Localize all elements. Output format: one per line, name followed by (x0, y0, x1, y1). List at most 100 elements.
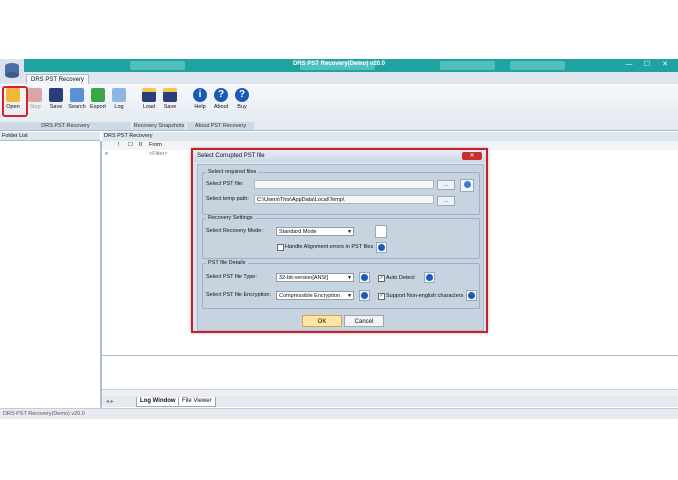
status-bar: DRS PST Recovery(Demo) v20.0 (0, 408, 678, 419)
chevron-down-icon: ▼ (347, 229, 352, 235)
ribbon: Open Stop Save Search Export Log Load Sa… (0, 84, 678, 131)
buy-button[interactable]: ? Buy (232, 88, 252, 110)
export-arrow-icon (91, 88, 105, 102)
filter-cell[interactable]: <Filter> (149, 150, 168, 159)
icon-column[interactable]: ☐ (128, 141, 133, 150)
stop-label: Stop (29, 104, 41, 110)
tab-log-window[interactable]: Log Window (136, 397, 180, 407)
ok-button[interactable]: OK (302, 315, 342, 327)
folder-list-header: Folder List (0, 132, 100, 141)
export-label: Export (90, 104, 106, 110)
tab-file-viewer[interactable]: File Viewer (178, 397, 216, 407)
browse-pst-button[interactable]: ... (437, 180, 455, 190)
browse-temp-button[interactable]: ... (437, 196, 455, 206)
log-icon (112, 88, 126, 102)
attachment-column[interactable]: 0 (139, 141, 142, 150)
group-label-recovery: DRS PST Recovery (0, 122, 131, 130)
non-english-info-icon[interactable] (466, 290, 477, 301)
temp-path-input[interactable]: C:\Users\This\AppData\Local\Temp\ (254, 195, 434, 204)
importance-column[interactable]: ! (118, 141, 120, 150)
log-window[interactable] (102, 357, 678, 389)
dialog-body: Select required files Select PST file: .… (197, 164, 484, 331)
help-button[interactable]: i Help (190, 88, 210, 110)
search-icon[interactable]: ⌕ (105, 150, 108, 159)
search-label: Search (68, 104, 86, 110)
title-bar: DRS PST Recovery(Demo) v20.0 — ☐ ✕ (0, 59, 678, 72)
save-button[interactable]: Save (46, 88, 66, 110)
stop-icon (28, 88, 42, 102)
recovery-mode-value: Standard Mode (279, 229, 317, 235)
log-button[interactable]: Log (109, 88, 129, 110)
load-snapshot-button[interactable]: Load (139, 88, 159, 110)
pst-type-info-icon[interactable] (359, 272, 370, 283)
question-icon: ? (214, 88, 228, 102)
open-label: Open (6, 104, 20, 110)
stop-button[interactable]: Stop (25, 88, 45, 110)
alignment-errors-label: Handle Alignment errors in PST files (285, 244, 374, 250)
log-label: Log (114, 104, 124, 110)
info-icon: i (193, 88, 207, 102)
cancel-button[interactable]: Cancel (344, 315, 384, 327)
alignment-errors-checkbox[interactable] (277, 244, 284, 251)
auto-detect-info-icon[interactable] (424, 272, 435, 283)
save-label: Save (49, 104, 63, 110)
select-pst-dialog: Select Corrupted PST file ✕ Select requi… (191, 148, 488, 333)
temp-path-label: Select temp path: (206, 196, 249, 202)
minimize-button[interactable]: — (622, 60, 636, 70)
dialog-close-button[interactable]: ✕ (462, 152, 482, 160)
question-icon: ? (235, 88, 249, 102)
load-icon (142, 88, 156, 102)
save-snapshot-button[interactable]: Save (160, 88, 180, 110)
open-button[interactable]: Open (3, 88, 23, 110)
recovery-settings-legend: Recovery Settings (208, 215, 253, 221)
from-column[interactable]: From (149, 141, 162, 150)
load-label: Load (142, 104, 156, 110)
recovery-settings-group: Recovery Settings (202, 215, 480, 259)
pst-type-value: 32-bit-version[ANSI] (279, 275, 329, 281)
maximize-button[interactable]: ☐ (640, 60, 654, 70)
database-icon (5, 63, 19, 78)
pst-details-group: PST file Details (202, 260, 480, 309)
alignment-info-icon[interactable] (376, 242, 387, 253)
close-window-button[interactable]: ✕ (658, 60, 672, 70)
snapshot-save-icon (163, 88, 177, 102)
buy-label: Buy (237, 104, 247, 110)
encryption-info-icon[interactable] (359, 290, 370, 301)
required-files-group: Select required files (202, 169, 480, 215)
pst-file-input[interactable] (254, 180, 434, 189)
save-snapshot-label: Save (163, 104, 177, 110)
pst-encryption-select[interactable]: Compressible Encryption ▼ (276, 291, 354, 300)
non-english-checkbox[interactable]: ✓ (378, 293, 385, 300)
required-files-legend: Select required files (208, 169, 257, 175)
recovery-mode-select[interactable]: Standard Mode ▼ (276, 227, 354, 236)
export-button[interactable]: Export (88, 88, 108, 110)
group-label-snapshots: Recovery Snapshots (133, 122, 185, 130)
group-label-about: About PST Recovery (187, 122, 254, 130)
search-icon (70, 88, 84, 102)
pst-type-select[interactable]: 32-bit-version[ANSI] ▼ (276, 273, 354, 282)
main-panel-header: DRS PST Recovery (102, 132, 678, 141)
ribbon-tab-strip: DRS PST Recovery (0, 72, 678, 85)
auto-detect-checkbox[interactable]: ✓ (378, 275, 385, 282)
recovery-mode-label: Select Recovery Mode: (206, 228, 263, 234)
dialog-title: Select Corrupted PST file (193, 150, 486, 162)
about-label: About (213, 104, 229, 110)
search-pst-icon[interactable] (460, 179, 474, 192)
about-button[interactable]: ? About (211, 88, 231, 110)
pst-encryption-label: Select PST file Encryption: (206, 292, 272, 298)
mode-info-box[interactable] (375, 225, 387, 238)
pst-details-legend: PST file Details (208, 260, 246, 266)
floppy-icon (49, 88, 63, 102)
pst-file-label: Select PST file: (206, 181, 244, 187)
chevron-down-icon: ▼ (347, 293, 352, 299)
folder-list-panel[interactable] (0, 141, 102, 409)
non-english-label: Support Non-english characters (386, 293, 464, 299)
bottom-tab-strip: ◂ ▸ Log Window File Viewer (102, 396, 678, 407)
chevron-down-icon: ▼ (347, 275, 352, 281)
auto-detect-label: Auto Detect (386, 275, 415, 281)
search-button[interactable]: Search (67, 88, 87, 110)
pst-type-label: Select PST file Type: (206, 274, 257, 280)
app-menu-button[interactable] (0, 59, 24, 83)
tab-nav-arrows[interactable]: ◂ ▸ (106, 398, 114, 405)
pst-encryption-value: Compressible Encryption (279, 293, 341, 299)
